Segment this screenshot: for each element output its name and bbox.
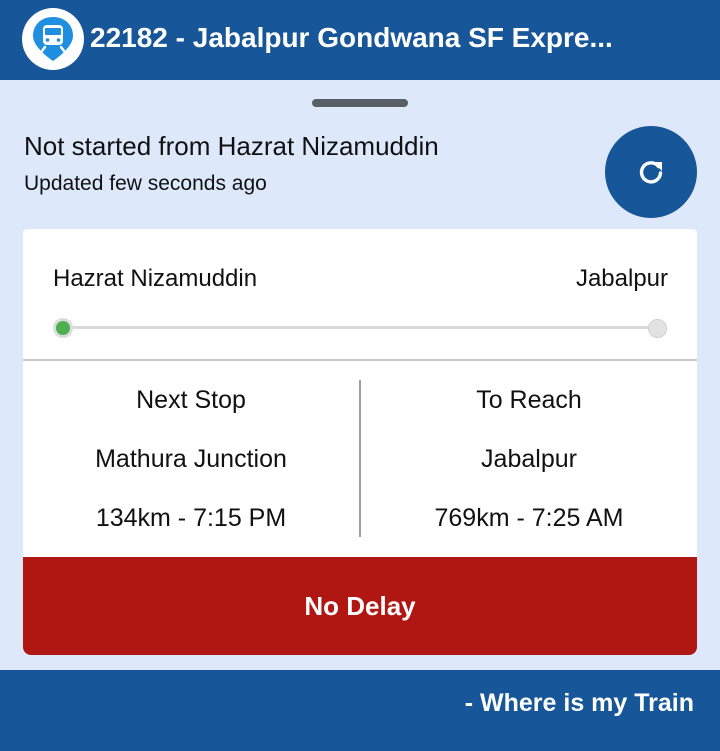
refresh-icon (639, 161, 663, 184)
destination-station: Jabalpur (575, 265, 668, 292)
to-reach-detail: 769km - 7:25 AM (434, 504, 624, 532)
delay-status-bar: No Delay (23, 557, 697, 655)
delay-label: No Delay (304, 590, 416, 621)
train-title: 22182 - Jabalpur Gondwana SF Expre... (90, 22, 613, 53)
origin-marker (53, 318, 73, 338)
destination-marker (648, 319, 667, 338)
to-reach-panel: To Reach Jabalpur 769km - 7:25 AM (361, 359, 697, 559)
status-title: Not started from Hazrat Nizamuddin (24, 131, 439, 161)
footer-credit: - Where is my Train (464, 689, 694, 717)
app-header: 22182 - Jabalpur Gondwana SF Expre... (0, 0, 720, 80)
next-stop-detail: 134km - 7:15 PM (95, 504, 287, 532)
next-stop-heading: Next Stop (136, 386, 246, 414)
app-footer: - Where is my Train (0, 670, 720, 751)
origin-station: Hazrat Nizamuddin (53, 265, 258, 292)
sheet-drag-handle[interactable] (312, 99, 408, 107)
to-reach-heading: To Reach (476, 386, 582, 414)
route-progress-track (63, 326, 657, 329)
status-updated: Updated few seconds ago (24, 172, 267, 195)
next-stop-panel: Next Stop Mathura Junction 134km - 7:15 … (23, 359, 359, 559)
to-reach-station: Jabalpur (481, 445, 577, 473)
train-pin-icon (22, 8, 84, 70)
journey-card: Hazrat Nizamuddin Jabalpur Next Stop Mat… (23, 229, 697, 655)
next-stop-station: Mathura Junction (95, 445, 287, 473)
refresh-button[interactable] (605, 126, 697, 218)
